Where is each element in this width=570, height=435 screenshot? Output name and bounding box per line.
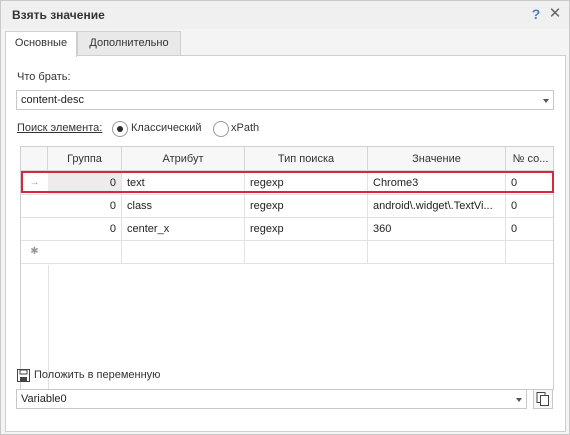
radio-selected-dot [117, 126, 123, 132]
cell-empty[interactable] [506, 241, 555, 264]
close-icon[interactable]: ✕ [548, 6, 562, 22]
chevron-down-icon [543, 99, 549, 103]
cell-number[interactable]: 0 [506, 218, 555, 241]
variable-value: Variable0 [21, 393, 67, 405]
cell-empty[interactable] [245, 241, 368, 264]
variable-select[interactable]: Variable0 [16, 389, 527, 409]
cell-attribute[interactable]: class [122, 195, 245, 218]
grid-header: Группа Атрибут Тип поиска Значение № со.… [21, 147, 553, 171]
window-title: Взять значение [12, 8, 105, 22]
title-bar: Взять значение ? ✕ [1, 1, 569, 29]
what-to-take-label: Что брать: [17, 71, 71, 83]
search-element-label: Поиск элемента: [17, 122, 103, 134]
radio-xpath-label: xPath [231, 122, 260, 134]
copy-button[interactable] [533, 389, 553, 409]
dialog-window: Взять значение ? ✕ Основные Дополнительн… [0, 0, 570, 435]
table-row[interactable]: 0 center_x regexp 360 0 [21, 218, 553, 241]
table-row[interactable]: → 0 text regexp Chrome3 0 [21, 172, 553, 195]
cell-search-type[interactable]: regexp [245, 172, 368, 195]
cell-group[interactable]: 0 [48, 172, 122, 195]
cell-empty[interactable] [122, 241, 245, 264]
tab-main[interactable]: Основные [5, 31, 77, 57]
header-attribute[interactable]: Атрибут [122, 147, 245, 171]
copy-icon [536, 392, 549, 406]
cell-attribute[interactable]: text [122, 172, 245, 195]
header-row-marker [21, 147, 48, 171]
cell-search-type[interactable]: regexp [245, 195, 368, 218]
chevron-down-icon [516, 398, 522, 402]
header-search-type[interactable]: Тип поиска [245, 147, 368, 171]
attributes-grid: Группа Атрибут Тип поиска Значение № со.… [20, 146, 554, 390]
cell-value[interactable]: Chrome3 [368, 172, 506, 195]
current-row-arrow-icon: → [29, 177, 40, 188]
new-row-asterisk-icon: ✱ [30, 246, 39, 257]
cell-group[interactable]: 0 [48, 195, 122, 218]
cell-attribute[interactable]: center_x [122, 218, 245, 241]
help-icon[interactable]: ? [529, 6, 543, 22]
cell-empty[interactable] [48, 241, 122, 264]
row-marker [21, 218, 48, 241]
what-to-take-select[interactable]: content-desc [16, 90, 554, 110]
what-to-take-value: content-desc [21, 94, 84, 106]
cell-number[interactable]: 0 [506, 195, 555, 218]
cell-number[interactable]: 0 [506, 172, 555, 195]
new-row[interactable]: ✱ [21, 241, 553, 264]
radio-xpath[interactable] [213, 121, 229, 137]
cell-group[interactable]: 0 [48, 218, 122, 241]
header-number[interactable]: № со... [506, 147, 555, 171]
radio-classic[interactable] [112, 121, 128, 137]
cell-value[interactable]: android\.widget\.TextVi... [368, 195, 506, 218]
cell-value[interactable]: 360 [368, 218, 506, 241]
save-to-variable-label: Положить в переменную [34, 369, 161, 381]
row-marker [21, 195, 48, 218]
header-group[interactable]: Группа [48, 147, 122, 171]
header-value[interactable]: Значение [368, 147, 506, 171]
tab-additional[interactable]: Дополнительно [77, 31, 181, 56]
cell-empty[interactable] [368, 241, 506, 264]
save-icon [17, 369, 30, 382]
cell-search-type[interactable]: regexp [245, 218, 368, 241]
table-row[interactable]: 0 class regexp android\.widget\.TextVi..… [21, 195, 553, 218]
radio-classic-label: Классический [131, 122, 202, 134]
